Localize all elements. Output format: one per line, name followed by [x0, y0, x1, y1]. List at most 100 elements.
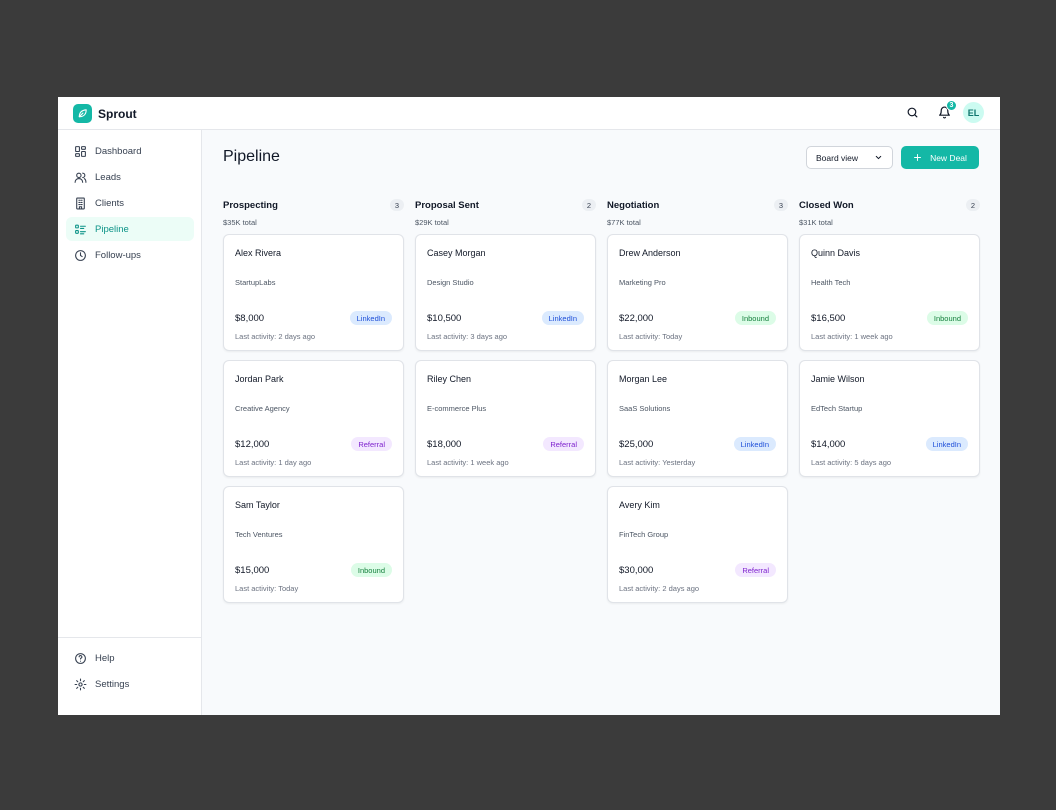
card-list: Drew Anderson Marketing Pro $22,000 Inbo… [607, 234, 788, 603]
avatar[interactable]: EL [963, 102, 984, 123]
card-list: Quinn Davis Health Tech $16,500 Inbound … [799, 234, 980, 477]
deal-company: Design Studio [427, 278, 474, 287]
sidebar: Dashboard Leads Clients Pipeline Follow-… [58, 130, 202, 715]
sidebar-item-settings[interactable]: Settings [66, 672, 193, 696]
sidebar-item-label: Settings [95, 678, 130, 690]
deal-name: Casey Morgan [427, 248, 486, 258]
deal-card[interactable]: Riley Chen E-commerce Plus $18,000 Refer… [415, 360, 596, 477]
source-tag: Referral [735, 563, 776, 577]
deal-activity: Last activity: 1 day ago [235, 458, 312, 467]
new-deal-label: New Deal [930, 152, 967, 163]
new-deal-button[interactable]: New Deal [901, 146, 979, 169]
search-icon[interactable] [903, 104, 921, 122]
deal-company: Health Tech [811, 278, 851, 287]
deal-value: $10,500 [427, 313, 462, 324]
deal-activity: Last activity: 2 days ago [619, 584, 700, 593]
list-icon [75, 224, 86, 234]
sidebar-item-pipeline[interactable]: Pipeline [66, 217, 194, 241]
pipeline-board: Prospecting 3 $35K total Alex Rivera Sta… [223, 198, 980, 603]
sidebar-item-help[interactable]: Help [66, 646, 193, 670]
source-tag: Inbound [926, 311, 968, 325]
card-list: Alex Rivera StartupLabs $8,000 LinkedIn … [223, 234, 404, 603]
chevron-down-icon [875, 155, 882, 160]
deal-value: $18,000 [427, 439, 462, 450]
sidebar-item-label: Dashboard [95, 145, 142, 157]
column-negotiation: Negotiation 3 $77K total Drew Anderson M… [607, 198, 788, 603]
sidebar-item-follow-ups[interactable]: Follow-ups [66, 243, 194, 267]
sidebar-item-label: Help [95, 652, 115, 664]
sidebar-item-clients[interactable]: Clients [66, 191, 194, 215]
sidebar-item-label: Pipeline [95, 223, 129, 235]
brand[interactable]: Sprout [73, 104, 137, 123]
deal-name: Drew Anderson [619, 248, 681, 258]
dashboard-icon [75, 145, 86, 157]
sprout-logo-icon [73, 104, 92, 123]
deal-name: Sam Taylor [235, 500, 280, 510]
source-tag: LinkedIn [733, 437, 776, 451]
help-icon [75, 652, 86, 664]
deal-value: $25,000 [619, 439, 654, 450]
source-tag: Inbound [350, 563, 392, 577]
sidebar-item-label: Follow-ups [95, 249, 141, 261]
deal-company: StartupLabs [235, 278, 276, 287]
deal-company: Creative Agency [235, 404, 290, 413]
column-header: Prospecting 3 [223, 198, 404, 212]
clock-icon [75, 249, 86, 261]
deal-card[interactable]: Morgan Lee SaaS Solutions $25,000 Linked… [607, 360, 788, 477]
gear-icon [74, 678, 87, 690]
deal-activity: Last activity: 3 days ago [427, 332, 508, 341]
sidebar-nav: Dashboard Leads Clients Pipeline Follow-… [66, 139, 194, 269]
notifications-button[interactable]: 3 [935, 99, 957, 122]
column-closed-won: Closed Won 2 $31K total Quinn Davis Heal… [799, 198, 980, 603]
deal-value: $30,000 [619, 565, 654, 576]
source-tag: Referral [543, 437, 584, 451]
source-tag: LinkedIn [541, 311, 584, 325]
sidebar-item-dashboard[interactable]: Dashboard [66, 139, 194, 163]
column-count: 2 [582, 199, 596, 211]
deal-value: $22,000 [619, 313, 654, 324]
view-select-value: Board view [816, 152, 859, 163]
deal-name: Quinn Davis [811, 248, 861, 258]
deal-card[interactable]: Alex Rivera StartupLabs $8,000 LinkedIn … [223, 234, 404, 351]
main-content: Pipeline Board view New Deal Prospecting… [202, 130, 1000, 715]
building-icon [76, 197, 85, 209]
source-tag: LinkedIn [349, 311, 392, 325]
deal-activity: Last activity: 5 days ago [811, 458, 892, 467]
deal-activity: Last activity: Today [235, 584, 299, 593]
deal-activity: Last activity: Yesterday [619, 458, 696, 467]
deal-card[interactable]: Sam Taylor Tech Ventures $15,000 Inbound… [223, 486, 404, 603]
deal-name: Avery Kim [619, 500, 660, 510]
deal-name: Riley Chen [427, 374, 472, 384]
source-tag: Referral [351, 437, 392, 451]
deal-card[interactable]: Drew Anderson Marketing Pro $22,000 Inbo… [607, 234, 788, 351]
column-total: $29K total [415, 218, 449, 227]
deal-card[interactable]: Jordan Park Creative Agency $12,000 Refe… [223, 360, 404, 477]
brand-name: Sprout [98, 106, 137, 121]
deal-name: Jamie Wilson [811, 374, 865, 384]
column-total: $35K total [223, 218, 257, 227]
app-window: Sprout 3 EL Dashboard Leads Clients Pipe… [58, 97, 1000, 715]
column-proposal-sent: Proposal Sent 2 $29K total Casey Morgan … [415, 198, 596, 603]
column-header: Proposal Sent 2 [415, 198, 596, 212]
deal-value: $16,500 [811, 313, 846, 324]
notification-badge: 3 [946, 99, 957, 111]
column-title: Proposal Sent [415, 199, 479, 211]
deal-company: FinTech Group [619, 530, 669, 539]
deal-card[interactable]: Casey Morgan Design Studio $10,500 Linke… [415, 234, 596, 351]
deal-company: SaaS Solutions [619, 404, 671, 413]
deal-value: $14,000 [811, 439, 846, 450]
column-header: Negotiation 3 [607, 198, 788, 212]
view-select[interactable]: Board view [806, 146, 893, 169]
sidebar-item-label: Clients [95, 197, 125, 209]
users-icon [74, 172, 87, 183]
deal-company: Tech Ventures [235, 530, 283, 539]
sidebar-item-leads[interactable]: Leads [66, 165, 194, 189]
deal-company: E-commerce Plus [427, 404, 487, 413]
deal-card[interactable]: Jamie Wilson EdTech Startup $14,000 Link… [799, 360, 980, 477]
deal-company: Marketing Pro [619, 278, 666, 287]
top-bar: Sprout 3 EL [58, 97, 1000, 130]
deal-card[interactable]: Avery Kim FinTech Group $30,000 Referral… [607, 486, 788, 603]
deal-card[interactable]: Quinn Davis Health Tech $16,500 Inbound … [799, 234, 980, 351]
deal-activity: Last activity: 2 days ago [235, 332, 316, 341]
deal-name: Jordan Park [235, 374, 284, 384]
